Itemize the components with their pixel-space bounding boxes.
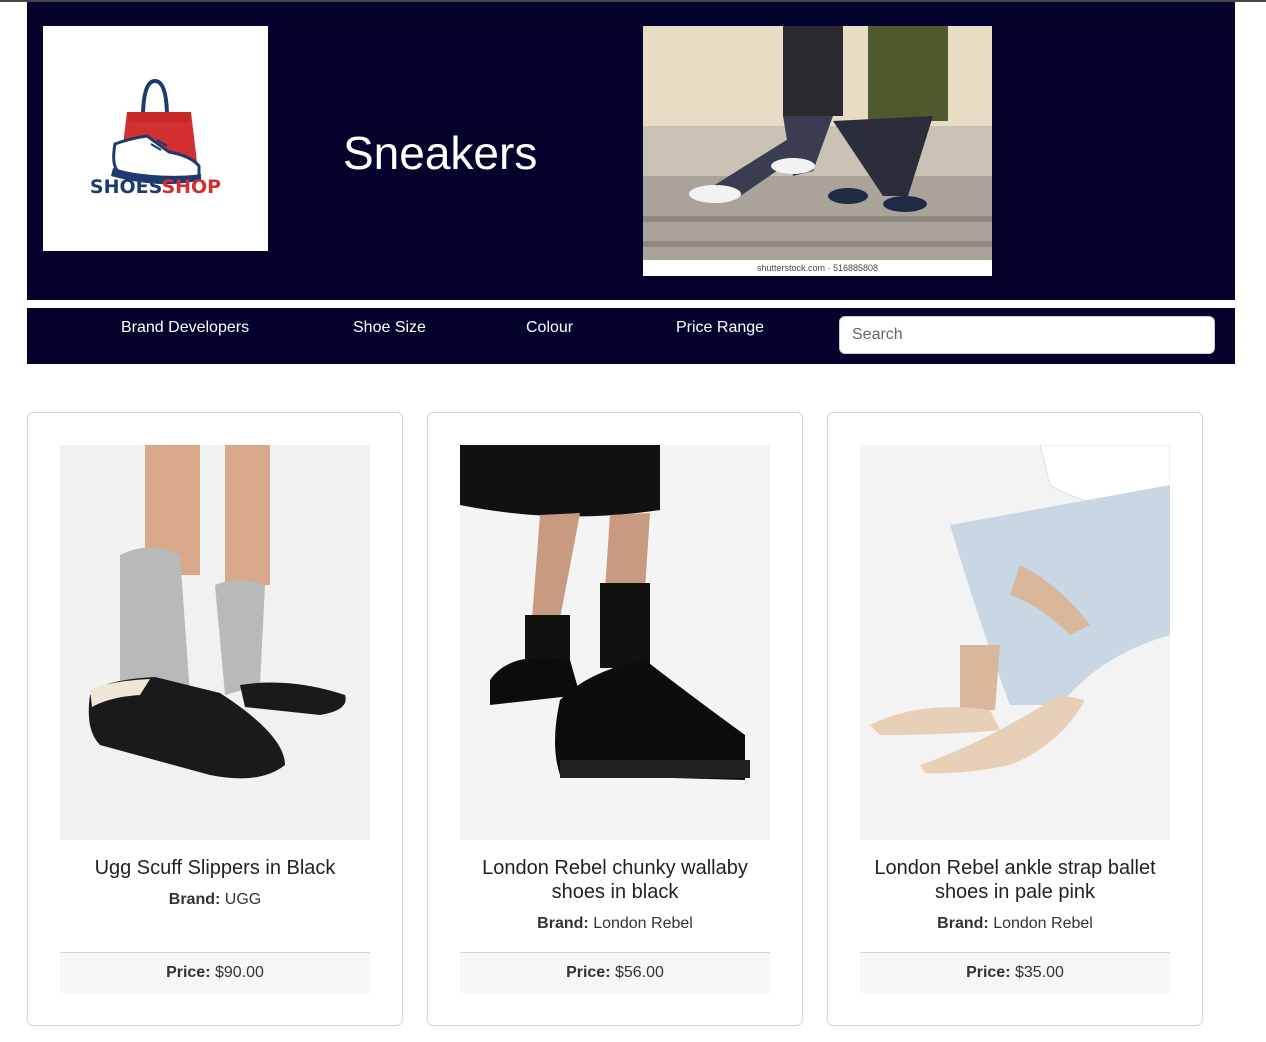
product-image[interactable] — [860, 445, 1170, 840]
page-title: Sneakers — [343, 127, 538, 179]
shop-logo[interactable]: SHOESSHOP — [43, 26, 268, 251]
price-label: Price: — [966, 964, 1011, 981]
filter-navbar: Brand Developers Shoe Size Colour Price … — [27, 308, 1235, 364]
price-label: Price: — [166, 964, 211, 981]
brand-value: London Rebel — [993, 915, 1093, 932]
product-price: Price: $90.00 — [60, 953, 370, 993]
shopping-bag-shoe-icon — [111, 78, 201, 185]
nav-colour[interactable]: Colour — [526, 319, 573, 337]
price-value: $35.00 — [1014, 964, 1064, 981]
product-name[interactable]: London Rebel chunky wallaby shoes in bla… — [460, 856, 770, 904]
hero-photo-people-sitting-on-steps — [643, 26, 992, 276]
product-card[interactable]: London Rebel chunky wallaby shoes in bla… — [427, 412, 803, 1026]
search-input[interactable] — [839, 316, 1215, 354]
product-price: Price: $35.00 — [860, 953, 1170, 993]
product-brand: Brand: London Rebel — [860, 915, 1170, 933]
chunky-shoe-photo — [460, 445, 770, 840]
slipper-photo — [60, 445, 370, 840]
nav-shoe-size[interactable]: Shoe Size — [353, 319, 426, 337]
hero-image: shutterstock.com · 516885808 — [643, 26, 992, 276]
brand-label: Brand: — [168, 891, 221, 908]
product-card[interactable]: Ugg Scuff Slippers in Black Brand: UGG P… — [27, 412, 403, 1026]
product-price: Price: $56.00 — [460, 953, 770, 993]
product-name[interactable]: London Rebel ankle strap ballet shoes in… — [860, 856, 1170, 904]
nav-brand-developers[interactable]: Brand Developers — [121, 319, 249, 337]
price-value: $90.00 — [214, 964, 264, 981]
price-label: Price: — [566, 964, 611, 981]
nav-price-range[interactable]: Price Range — [676, 319, 764, 337]
product-brand: Brand: London Rebel — [460, 915, 770, 933]
ballet-shoe-photo — [860, 445, 1170, 840]
product-card[interactable]: London Rebel ankle strap ballet shoes in… — [827, 412, 1203, 1026]
product-image[interactable] — [60, 445, 370, 840]
brand-value: London Rebel — [593, 915, 693, 932]
site-header: SHOESSHOP Sneakers shutterstock.com · 51… — [27, 2, 1235, 300]
hero-credit: shutterstock.com · 516885808 — [643, 260, 992, 276]
logo-text-shop: SHOP — [161, 176, 222, 198]
logo-wordmark: SHOESSHOP — [43, 176, 268, 198]
product-name[interactable]: Ugg Scuff Slippers in Black — [60, 856, 370, 880]
brand-value: UGG — [224, 891, 262, 908]
product-brand: Brand: UGG — [60, 891, 370, 909]
brand-label: Brand: — [537, 915, 589, 932]
brand-label: Brand: — [937, 915, 989, 932]
logo-text-shoes: SHOES — [89, 176, 162, 198]
product-image[interactable] — [460, 445, 770, 840]
price-value: $56.00 — [614, 964, 664, 981]
